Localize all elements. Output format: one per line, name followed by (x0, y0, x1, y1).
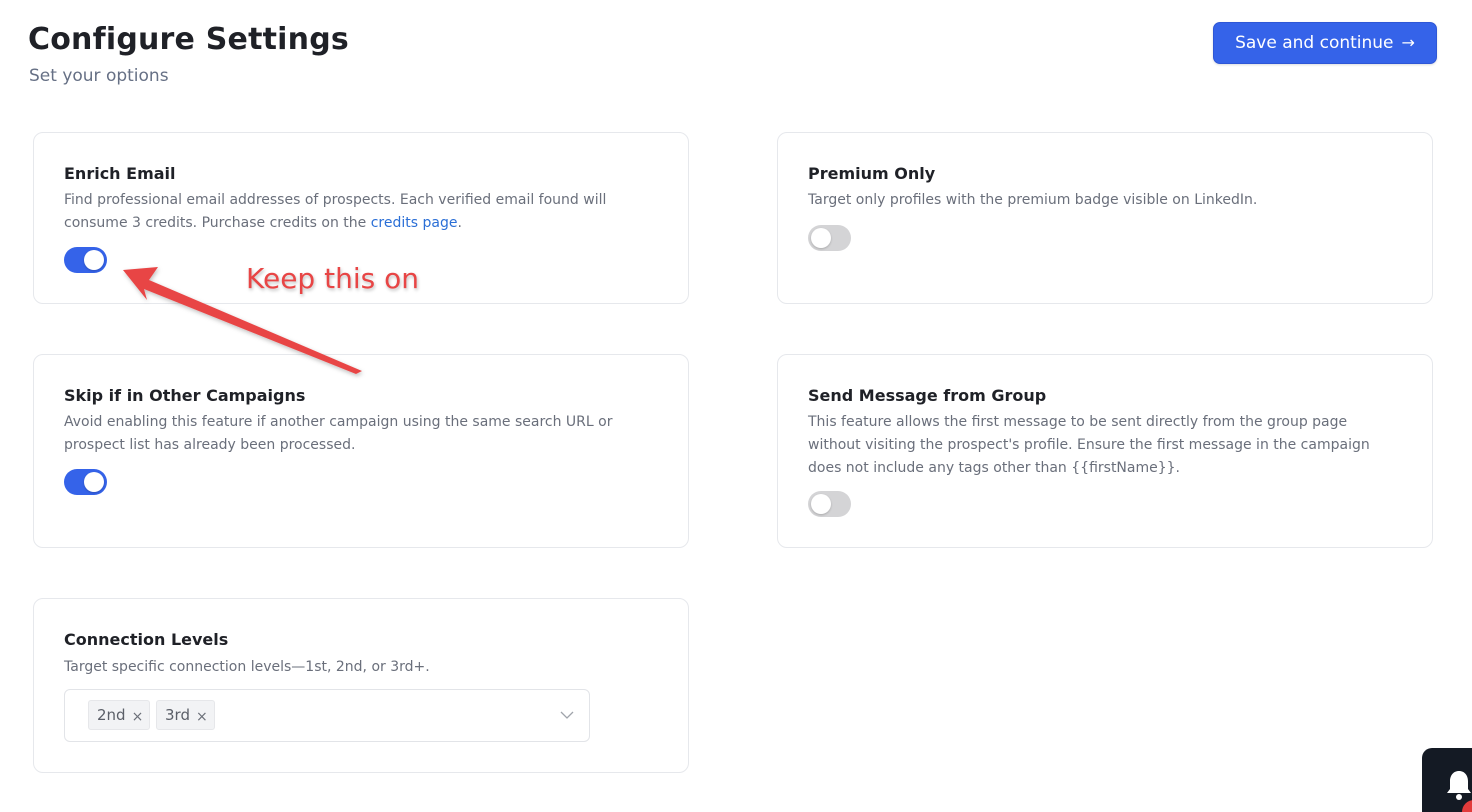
connection-level-tag: 3rd × (156, 700, 215, 730)
enrich-email-description: Find professional email addresses of pro… (64, 189, 644, 235)
connection-levels-title: Connection Levels (64, 630, 229, 649)
toggle-knob (811, 494, 831, 514)
notification-widget[interactable] (1422, 748, 1472, 812)
page-subtitle: Set your options (29, 66, 169, 86)
skip-other-campaigns-toggle[interactable] (64, 469, 107, 495)
premium-only-card: Premium Only Target only profiles with t… (777, 132, 1433, 304)
premium-only-description: Target only profiles with the premium ba… (808, 192, 1258, 208)
premium-only-toggle[interactable] (808, 225, 851, 251)
skip-other-campaigns-title: Skip if in Other Campaigns (64, 386, 306, 405)
toggle-knob (811, 228, 831, 248)
annotation-text: Keep this on (246, 262, 419, 295)
send-from-group-description: This feature allows the first message to… (808, 414, 1370, 476)
enrich-email-title: Enrich Email (64, 164, 176, 183)
save-button-label: Save and continue (1235, 33, 1394, 53)
arrow-right-icon: → (1401, 33, 1415, 52)
premium-only-title: Premium Only (808, 164, 936, 183)
settings-page: Configure Settings Set your options Save… (0, 0, 1472, 812)
chevron-down-icon[interactable] (559, 707, 575, 723)
bell-icon (1447, 771, 1471, 800)
page-title: Configure Settings (28, 22, 349, 57)
connection-level-tag-label: 3rd (165, 706, 190, 724)
connection-levels-select[interactable]: 2nd × 3rd × (64, 689, 590, 742)
connection-level-tag-label: 2nd (97, 706, 126, 724)
toggle-knob (84, 472, 104, 492)
connection-levels-description: Target specific connection levels—1st, 2… (64, 659, 430, 675)
send-from-group-toggle[interactable] (808, 491, 851, 517)
send-from-group-card: Send Message from Group This feature all… (777, 354, 1433, 548)
skip-other-campaigns-description: Avoid enabling this feature if another c… (64, 414, 613, 453)
send-from-group-title: Send Message from Group (808, 386, 1047, 405)
toggle-knob (84, 250, 104, 270)
save-and-continue-button[interactable]: Save and continue → (1213, 22, 1437, 64)
enrich-email-toggle[interactable] (64, 247, 107, 273)
connection-level-tag: 2nd × (88, 700, 151, 730)
enrich-email-description-end: . (457, 215, 462, 231)
enrich-email-description-text: Find professional email addresses of pro… (64, 192, 607, 231)
close-icon[interactable]: × (196, 707, 208, 724)
skip-other-campaigns-card: Skip if in Other Campaigns Avoid enablin… (33, 354, 689, 548)
connection-levels-card: Connection Levels Target specific connec… (33, 598, 689, 773)
close-icon[interactable]: × (132, 707, 144, 724)
credits-page-link[interactable]: credits page (371, 215, 458, 231)
